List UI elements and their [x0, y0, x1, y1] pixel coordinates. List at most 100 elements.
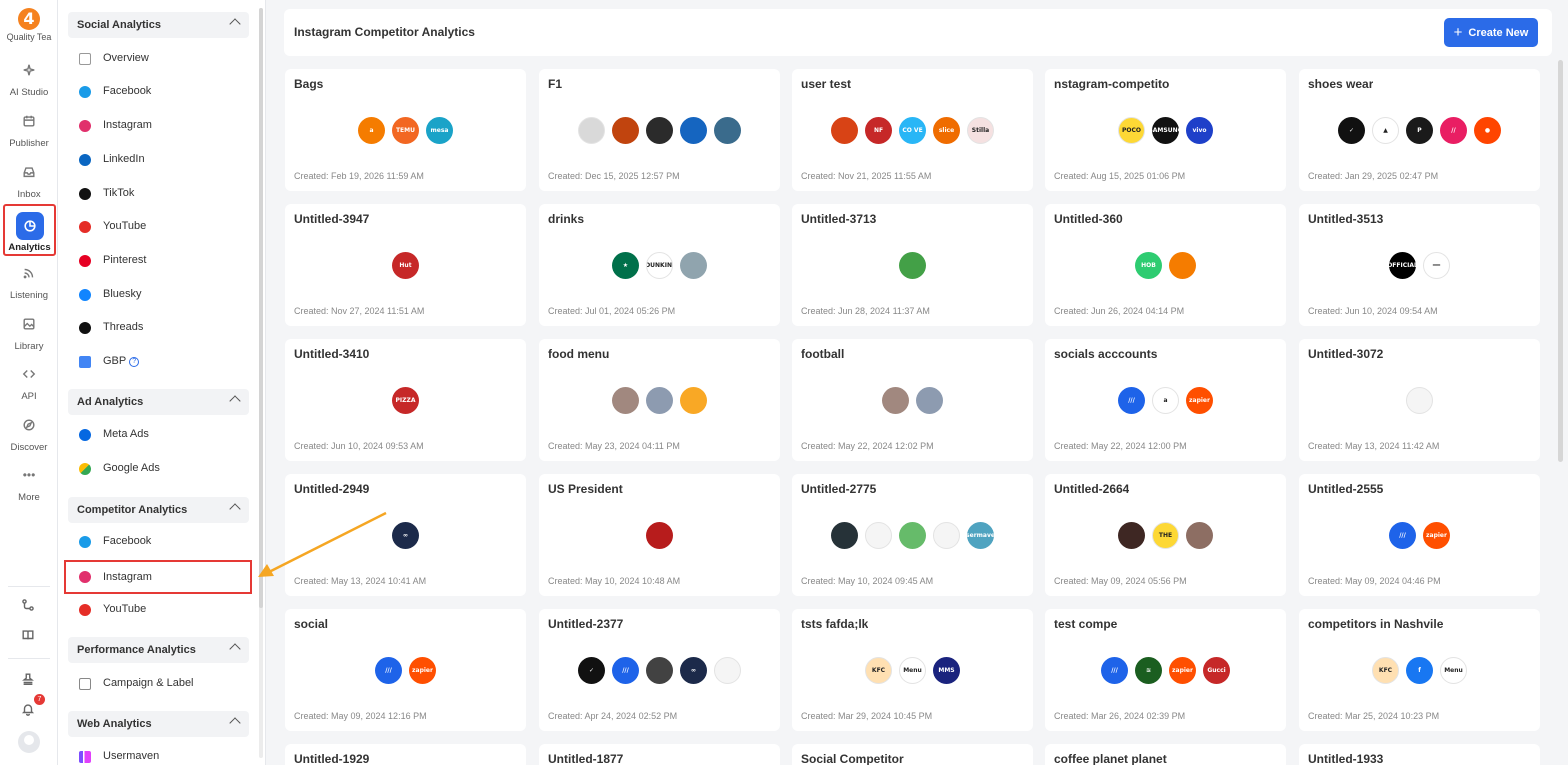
rail-item-analytics[interactable]: Analytics	[3, 204, 56, 256]
card-created-date: Created: May 22, 2024 12:02 PM	[801, 441, 934, 451]
competitor-card[interactable]: Untitled-2555 /// zapier Created: May 09, 2…	[1299, 474, 1540, 596]
sidebar-item-youtube[interactable]: YouTube	[68, 215, 249, 239]
rail-item-more[interactable]: ••• More	[0, 468, 58, 503]
card-title: Untitled-1933	[1308, 752, 1384, 765]
competitor-card[interactable]: drinks ★ DUNKIN' Created: Jul 01, 2024 05:2…	[539, 204, 780, 326]
section-ad-analytics[interactable]: Ad Analytics	[68, 389, 249, 415]
competitor-card[interactable]: test compe /// ≋ zapier Gucci Created: Mar 26…	[1045, 609, 1286, 731]
brand-name: Quality Tea	[6, 32, 52, 42]
brand-logo-mark: 4	[18, 8, 40, 30]
competitor-avatar: ///	[612, 657, 639, 684]
competitor-card[interactable]: Untitled-360 HOB Created: Jun 26, 2024 04:…	[1045, 204, 1286, 326]
competitor-card[interactable]: Untitled-3072 Created: May 13, 2024 11:42…	[1299, 339, 1540, 461]
competitor-card[interactable]: nstagram-competito POCO SAMSUNG vivo Created…	[1045, 69, 1286, 191]
competitor-card[interactable]: Untitled-3513 OFFICIAL ━━ Created: Jun 10, …	[1299, 204, 1540, 326]
section-competitor-analytics[interactable]: Competitor Analytics	[68, 497, 249, 523]
card-created-date: Created: May 13, 2024 11:42 AM	[1308, 441, 1440, 451]
book-icon[interactable]	[21, 628, 37, 644]
competitor-card[interactable]: coffee planet planet	[1045, 744, 1286, 765]
competitor-card[interactable]: US President Created: May 10, 2024 10:48 …	[539, 474, 780, 596]
sidebar-item-meta-ads[interactable]: Meta Ads	[68, 423, 249, 447]
main-content: Instagram Competitor Analytics + Create N…	[266, 0, 1568, 765]
section-web-analytics[interactable]: Web Analytics	[68, 711, 249, 737]
workflow-icon[interactable]	[21, 598, 37, 614]
competitor-card[interactable]: shoes wear ✓ ▲ P // ● Created: Jan 29, 2025 02…	[1299, 69, 1540, 191]
competitor-card[interactable]: social /// zapier Created: May 09, 2024 12:…	[285, 609, 526, 731]
section-title: Social Analytics	[77, 19, 161, 31]
help-icon[interactable]: ?	[129, 357, 140, 367]
stamp-icon[interactable]	[21, 672, 37, 688]
competitor-avatars: /// zapier	[1299, 522, 1540, 549]
competitor-avatar	[865, 522, 892, 549]
rail-item-library[interactable]: Library	[0, 317, 58, 352]
competitor-avatar: PIZZA	[392, 387, 419, 414]
card-created-date: Created: May 09, 2024 12:16 PM	[294, 711, 427, 721]
competitor-card[interactable]: Bags a TEMU mesa Created: Feb 19, 2026 11:59…	[285, 69, 526, 191]
rail-item-api[interactable]: API	[0, 367, 58, 402]
sidebar-item-facebook[interactable]: Facebook	[68, 80, 249, 104]
sidebar-item-google-ads[interactable]: Google Ads	[68, 457, 249, 481]
rail-item-listening[interactable]: Listening	[0, 266, 58, 301]
sidebar-item-gbp[interactable]: GBP?	[68, 350, 249, 374]
bell-icon[interactable]	[21, 702, 37, 718]
competitor-card[interactable]: Untitled-2377 ✓ /// ∞ Created: Apr 24, 2024 …	[539, 609, 780, 731]
section-social-analytics[interactable]: Social Analytics	[68, 12, 249, 38]
sidebar-item-instagram[interactable]: Instagram	[68, 114, 249, 138]
sidebar-item-tiktok[interactable]: TikTok	[68, 182, 249, 206]
competitor-card[interactable]: Untitled-1877	[539, 744, 780, 765]
sidebar-item-threads[interactable]: Threads	[68, 316, 249, 340]
create-new-button[interactable]: + Create New	[1444, 18, 1538, 47]
competitor-card[interactable]: Untitled-2775 usermaven Created: May 10, 2…	[792, 474, 1033, 596]
competitor-card[interactable]: Social Competitor	[792, 744, 1033, 765]
competitor-avatar: zapier	[1423, 522, 1450, 549]
sidebar-item-linkedin[interactable]: LinkedIn	[68, 148, 249, 172]
competitor-avatars	[539, 117, 780, 144]
competitor-avatar	[916, 387, 943, 414]
competitor-avatars	[792, 387, 1033, 414]
competitor-card[interactable]: food menu Created: May 23, 2024 04:11 PM	[539, 339, 780, 461]
sidebar-item-pinterest[interactable]: Pinterest	[68, 249, 249, 273]
sidebar-item-competitor-facebook[interactable]: Facebook	[68, 530, 249, 554]
competitor-card[interactable]: F1 Created: Dec 15, 2025 12:57 PM	[539, 69, 780, 191]
card-title: Untitled-2377	[548, 617, 624, 631]
section-performance-analytics[interactable]: Performance Analytics	[68, 637, 249, 663]
competitor-card[interactable]: football Created: May 22, 2024 12:02 PM	[792, 339, 1033, 461]
rail-item-publisher[interactable]: Publisher	[0, 114, 58, 149]
competitor-card[interactable]: Untitled-1933	[1299, 744, 1540, 765]
competitor-avatar: KFC	[865, 657, 892, 684]
user-avatar[interactable]	[18, 731, 40, 753]
sidebar-item-bluesky[interactable]: Bluesky	[68, 283, 249, 307]
card-created-date: Created: Jul 01, 2024 05:26 PM	[548, 306, 676, 316]
sidebar-item-label: YouTube	[103, 220, 147, 232]
competitor-card[interactable]: tsts fafda;lk KFC Menu MMS Created: Mar 29, …	[792, 609, 1033, 731]
rail-item-discover[interactable]: Discover	[0, 418, 58, 453]
sidebar-item-competitor-instagram[interactable]: Instagram	[64, 560, 252, 594]
main-scrollbar-thumb[interactable]	[1558, 60, 1563, 462]
competitor-avatar: zapier	[1169, 657, 1196, 684]
competitor-card[interactable]: Untitled-3410 PIZZA Created: Jun 10, 2024 …	[285, 339, 526, 461]
sidebar-item-label: Facebook	[103, 85, 152, 97]
sidebar-item-campaign-label[interactable]: Campaign & Label	[68, 672, 249, 696]
sidebar-item-competitor-youtube[interactable]: YouTube	[68, 598, 249, 622]
competitor-card[interactable]: Untitled-1929	[285, 744, 526, 765]
rail-item-inbox[interactable]: Inbox	[0, 165, 58, 200]
brand-logo[interactable]: 4 Quality Tea	[0, 8, 58, 42]
card-title: Untitled-3713	[801, 212, 877, 226]
sidebar-item-usermaven[interactable]: Usermaven	[68, 745, 249, 765]
competitor-avatar: MMS	[933, 657, 960, 684]
rail-item-ai-studio[interactable]: AI Studio	[0, 63, 58, 98]
competitor-avatars: ★ DUNKIN'	[539, 252, 780, 279]
competitor-avatar: usermaven	[967, 522, 994, 549]
competitor-card[interactable]: Untitled-3713 Created: Jun 28, 2024 11:37…	[792, 204, 1033, 326]
sidebar-item-label: Google Ads	[103, 462, 160, 474]
competitor-card[interactable]: competitors in Nashvile KFC f Menu Created: …	[1299, 609, 1540, 731]
card-created-date: Created: Jun 10, 2024 09:54 AM	[1308, 306, 1438, 316]
competitor-card[interactable]: Untitled-2664 THE Created: May 09, 2024 05…	[1045, 474, 1286, 596]
competitor-card[interactable]: user test NF CO VE slice Stilla Created: Nov …	[792, 69, 1033, 191]
grid-icon	[79, 53, 91, 65]
rail-label: API	[21, 391, 37, 402]
sidebar-item-overview[interactable]: Overview	[68, 47, 249, 71]
competitor-card[interactable]: socials acccounts /// a zapier Created: May …	[1045, 339, 1286, 461]
card-created-date: Created: Jan 29, 2025 02:47 PM	[1308, 171, 1439, 181]
competitor-card[interactable]: Untitled-3947 Hut Created: Nov 27, 2024 11…	[285, 204, 526, 326]
